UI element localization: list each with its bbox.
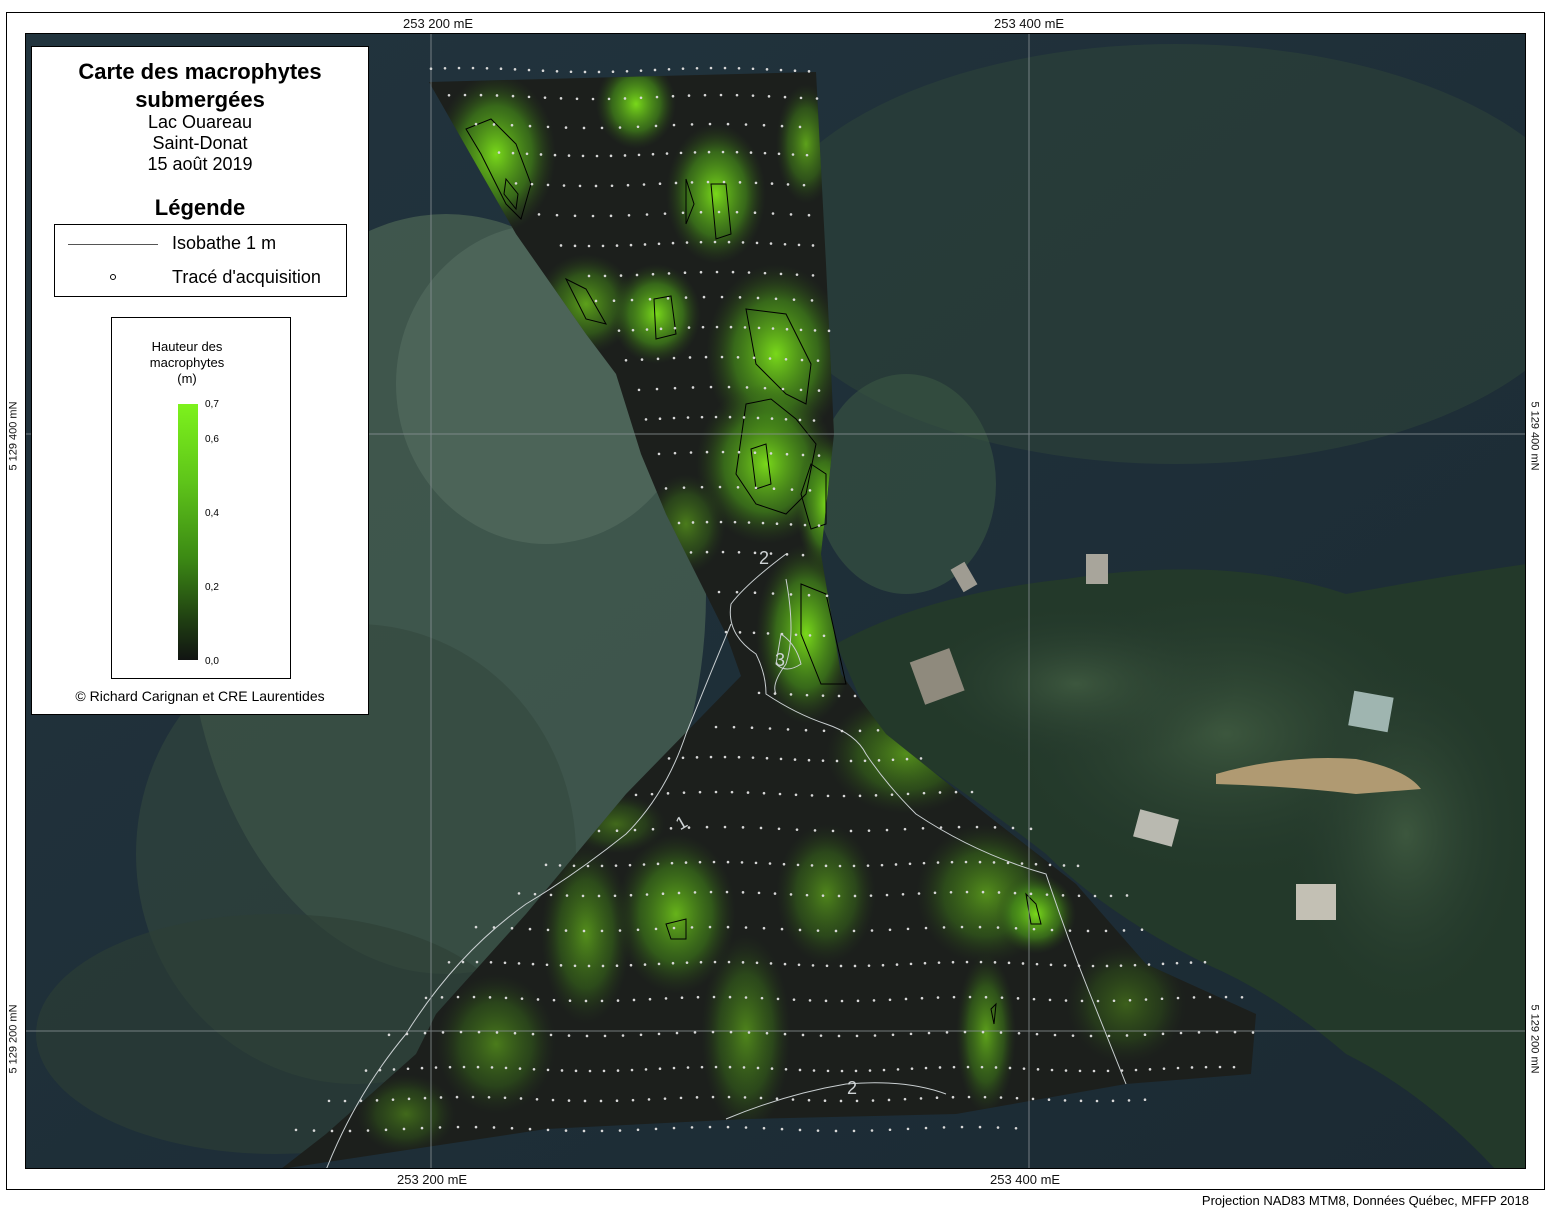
- map-title-line2: submergées: [135, 87, 265, 112]
- ramp-tick: 0,0: [205, 656, 219, 667]
- town-name: Saint-Donat: [152, 133, 248, 153]
- legend-heading: Légende: [154, 195, 246, 220]
- legend-panel: Carte des macrophytes submergées Lac Oua…: [31, 46, 369, 715]
- ramp-tick: 0,6: [205, 434, 219, 445]
- color-ramp: [178, 404, 198, 660]
- grid-label-east-bottom-1: 253 200 mE: [397, 1172, 468, 1187]
- color-ramp-legend: Hauteur des macrophytes (m) 0,7 0,6 0,4 …: [111, 317, 291, 679]
- isobath-label: 2: [847, 1078, 857, 1098]
- grid-label-east-top-2: 253 400 mE: [994, 16, 1065, 31]
- grid-label-east-bottom-2: 253 400 mE: [990, 1172, 1061, 1187]
- grid-label-north-left-1: 5 129 400 mN: [7, 401, 20, 471]
- isobath-symbol: [68, 244, 158, 245]
- ramp-tick: 0,7: [205, 399, 219, 410]
- grid-label-east-top-1: 253 200 mE: [403, 16, 474, 31]
- building: [1296, 884, 1336, 920]
- projection-note: Projection NAD83 MTM8, Données Québec, M…: [1201, 1193, 1529, 1208]
- ramp-title-line2: macrophytes: [149, 355, 225, 370]
- grid-label-north-right-1: 5 129 400 mN: [1528, 401, 1541, 471]
- lake-name: Lac Ouareau: [147, 112, 253, 132]
- isobath-label: 3: [775, 650, 785, 670]
- track-legend-label: Tracé d'acquisition: [172, 267, 321, 287]
- ramp-title-line1: Hauteur des: [151, 339, 223, 354]
- map-title-line1: Carte des macrophytes: [78, 59, 322, 84]
- isobath-label: 2: [759, 548, 769, 568]
- credit: © Richard Carignan et CRE Laurentides: [75, 688, 325, 704]
- grid-label-north-right-2: 5 129 200 mN: [1528, 1004, 1541, 1074]
- ramp-tick: 0,2: [205, 582, 219, 593]
- legend-box: Isobathe 1 m Tracé d'acquisition: [54, 224, 347, 297]
- building: [1348, 690, 1394, 733]
- building: [1086, 554, 1108, 584]
- ramp-title-line3: (m): [177, 371, 197, 386]
- survey-date: 15 août 2019: [147, 154, 253, 174]
- track-symbol: [110, 274, 116, 280]
- grid-label-north-left-2: 5 129 200 mN: [7, 1004, 20, 1074]
- ramp-tick: 0,4: [205, 508, 219, 519]
- isobath-legend-label: Isobathe 1 m: [172, 233, 277, 253]
